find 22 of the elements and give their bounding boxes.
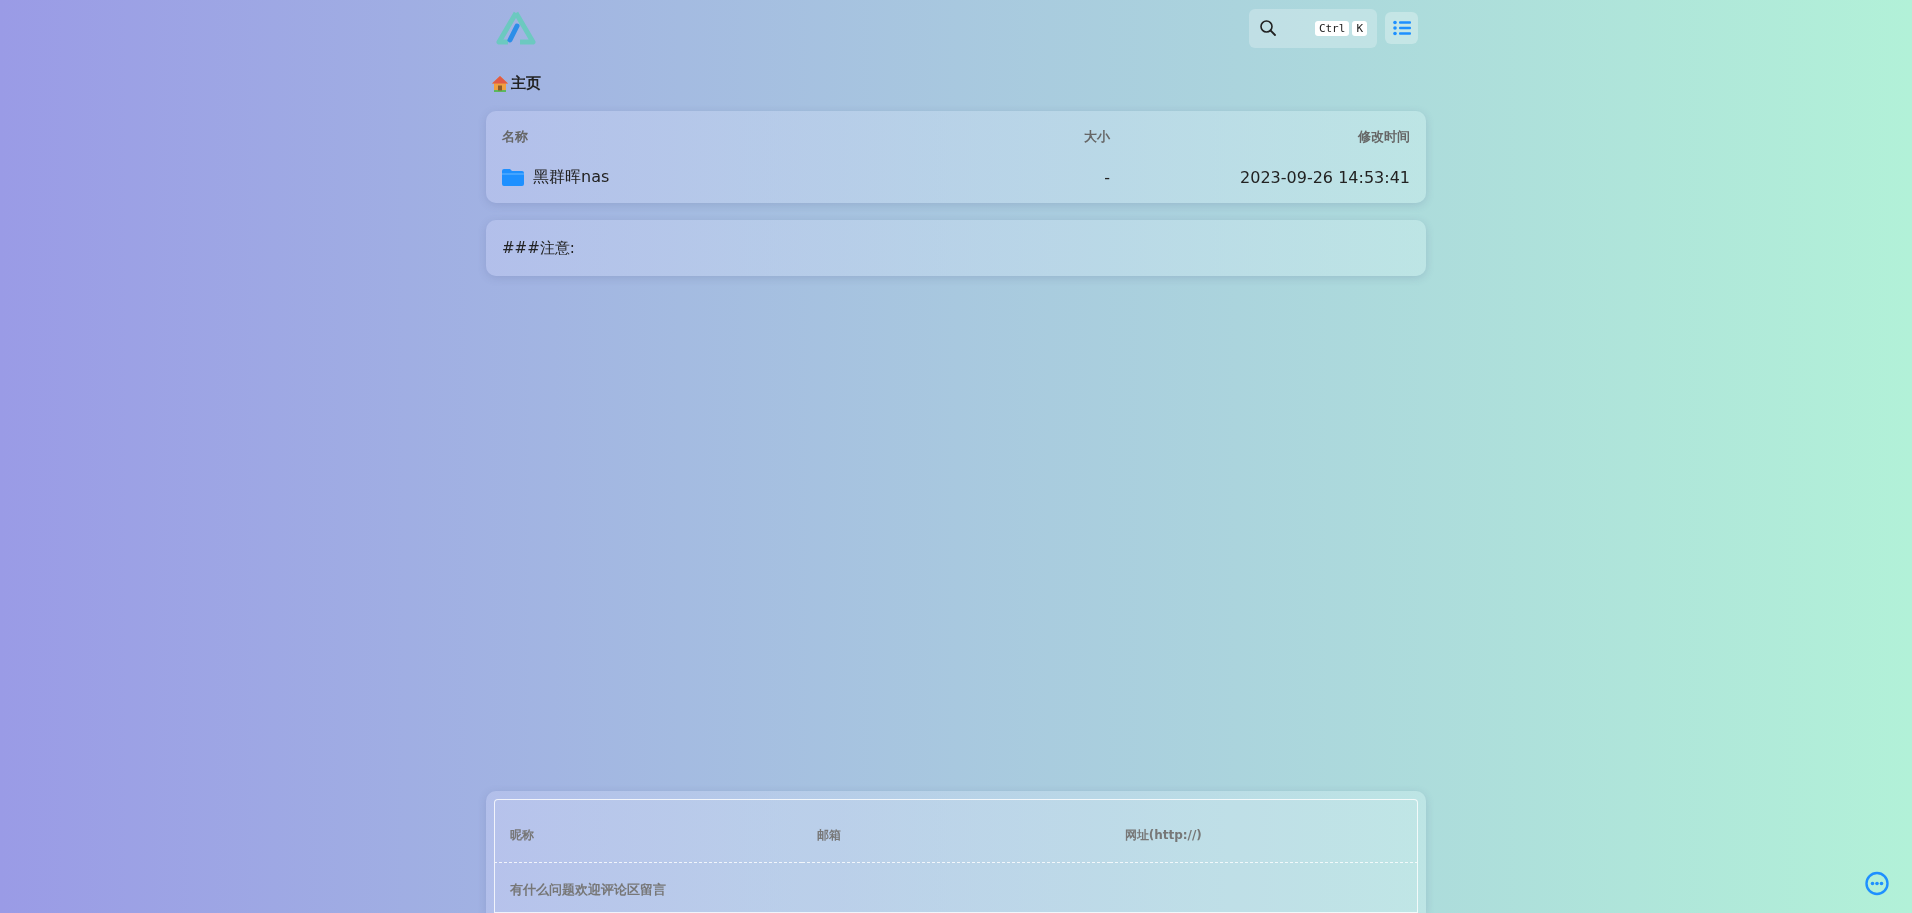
chat-bubble-icon[interactable] [1864, 871, 1890, 897]
house-icon [491, 74, 509, 93]
search-button[interactable]: Ctrl K [1249, 8, 1377, 48]
file-row[interactable]: 黑群晖nas - 2023-09-26 14:53:41 [502, 155, 1410, 199]
list-view-button[interactable] [1385, 12, 1418, 44]
search-icon [1259, 19, 1277, 37]
file-size: - [1103, 167, 1110, 187]
key-label: K [1352, 20, 1367, 36]
nickname-field[interactable]: 昵称 [494, 799, 803, 863]
list-icon [1392, 20, 1411, 36]
notice-text: ###注意: [502, 238, 575, 258]
logo-icon[interactable] [496, 10, 536, 46]
breadcrumb-link[interactable]: 主页 [511, 74, 541, 93]
folder-icon [502, 168, 524, 186]
file-name: 黑群晖nas [533, 166, 610, 188]
email-field[interactable]: 邮箱 [802, 799, 1110, 863]
comment-textarea[interactable]: 有什么问题欢迎评论区留言 [494, 863, 1418, 913]
size-column-header[interactable]: 大小 [1010, 128, 1110, 146]
file-modified-time: 2023-09-26 14:53:41 [1239, 167, 1410, 187]
modified-column-header[interactable]: 修改时间 [1110, 128, 1410, 146]
key-label: Ctrl [1314, 20, 1350, 36]
website-field[interactable]: 网址(http://) [1109, 799, 1418, 863]
